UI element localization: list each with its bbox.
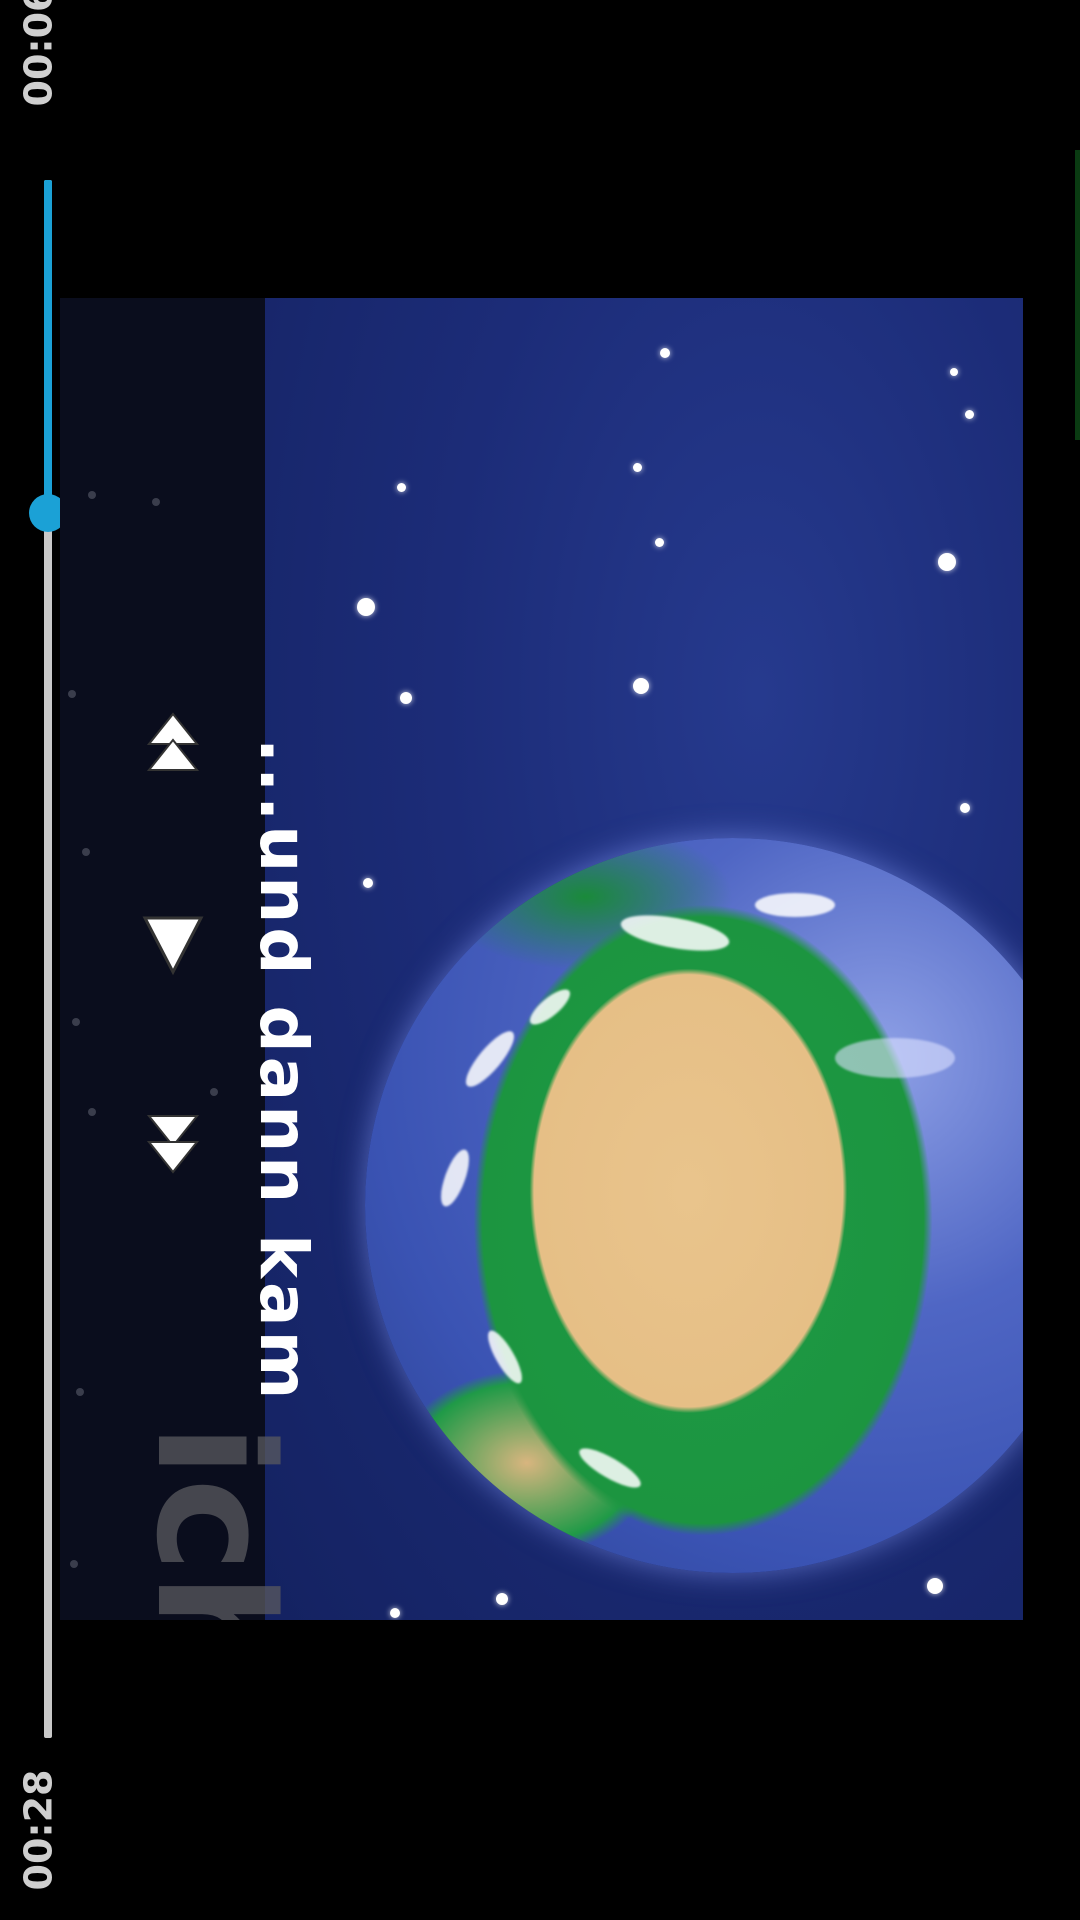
cloud (459, 1025, 521, 1093)
cloud (574, 1441, 646, 1495)
cloud (755, 893, 835, 917)
dim-star (88, 1108, 96, 1116)
video-player-screen: 00:06 00:28 ...und dann kam ich! (0, 0, 1080, 1920)
star (927, 1578, 943, 1594)
double-chevron-down-icon (146, 1115, 200, 1174)
dim-star (152, 498, 160, 506)
seek-bar-progress (44, 180, 52, 513)
total-time-label: 00:28 (0, 1709, 61, 1891)
dim-star (70, 1560, 78, 1568)
rewind-button[interactable] (138, 710, 208, 780)
elapsed-time-text: 00:06 (16, 0, 61, 107)
star (633, 463, 642, 472)
cloud (525, 984, 575, 1030)
star (965, 410, 974, 419)
dim-star (82, 848, 90, 856)
total-time-text: 00:28 (16, 1769, 61, 1891)
star (655, 538, 664, 547)
video-caption: ...und dann kam (245, 738, 322, 1404)
star (660, 348, 670, 358)
play-triangle-icon (142, 916, 204, 976)
double-chevron-up-icon (146, 712, 200, 771)
star (950, 368, 958, 376)
dim-star (72, 1018, 80, 1026)
play-button[interactable] (138, 910, 208, 980)
dim-star (210, 1088, 218, 1096)
star (496, 1593, 508, 1605)
forward-button[interactable] (138, 1108, 208, 1178)
seek-bar[interactable] (44, 180, 52, 1738)
dim-star (68, 690, 76, 698)
star (400, 692, 412, 704)
star (633, 678, 649, 694)
right-edge-indicator (1075, 150, 1080, 440)
cloud (618, 908, 732, 958)
star (397, 483, 406, 492)
video-surface[interactable]: ...und dann kam ich! (60, 298, 1023, 1620)
video-caption-ghost: ich! (121, 1423, 308, 1620)
star (357, 598, 375, 616)
cloud (482, 1326, 528, 1388)
elapsed-time-label: 00:06 (0, 0, 61, 106)
star (390, 1608, 400, 1618)
cloud (435, 1146, 475, 1210)
dim-star (88, 491, 96, 499)
star (363, 878, 373, 888)
star (938, 553, 956, 571)
star (960, 803, 970, 813)
cloud (835, 1038, 955, 1078)
dim-star (76, 1388, 84, 1396)
